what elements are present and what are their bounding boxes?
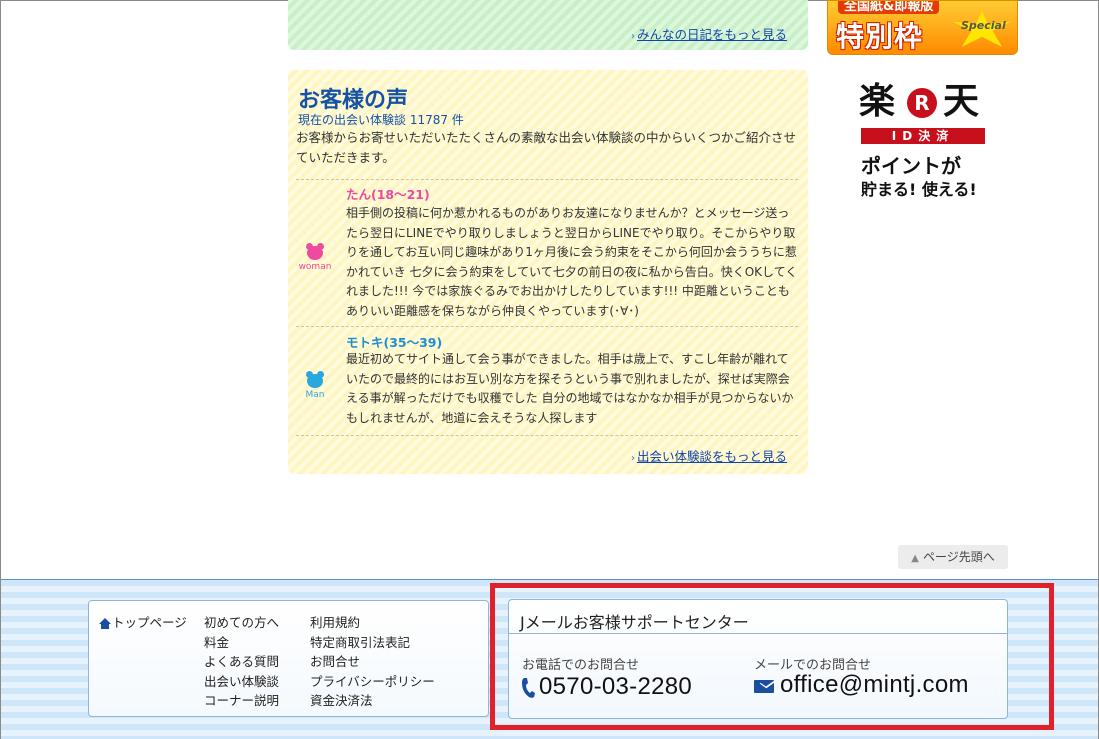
rakuten-r-icon: R <box>907 88 937 118</box>
rakuten-line2: 貯まる! 使える! <box>861 180 977 199</box>
rakuten-id-bar: ID決済 <box>861 128 985 144</box>
rakuten-id-ad[interactable]: 楽 R 天 ID決済 ポイントが 貯まる! 使える! <box>857 80 989 200</box>
man-label: Man <box>305 390 325 400</box>
entry-name: モトキ(35〜39) <box>346 335 443 350</box>
entry-text: 最近初めてサイト通して会う事ができました。相手は歳上で、すこし年齢が離れていたの… <box>346 352 794 425</box>
diary-more-link-text[interactable]: みんなの日記をもっと見る <box>637 27 787 42</box>
divider <box>296 326 798 327</box>
woman-label: woman <box>298 262 332 272</box>
triangle-up-icon: ▲ <box>911 553 919 564</box>
footer-link-payment-law[interactable]: 資金決済法 <box>310 690 373 709</box>
ad-badge: Special <box>961 19 1006 32</box>
page-top-label: ページ先頭へ <box>922 550 995 564</box>
entry-name: たん(18〜21) <box>346 187 430 202</box>
footer-link-pricing[interactable]: 料金 <box>204 632 229 651</box>
divider <box>296 435 798 436</box>
footer-link-beginners[interactable]: 初めての方へ <box>204 612 279 631</box>
footer-link-faq[interactable]: よくある質問 <box>204 651 279 670</box>
diary-more-link[interactable]: › みんなの日記をもっと見る <box>631 24 787 43</box>
voice-more-link[interactable]: › 出会い体験談をもっと見る <box>631 446 787 465</box>
footer-link-home-label[interactable]: トップページ <box>112 615 187 630</box>
ad-top-text: 全国紙&即報版 <box>838 1 940 14</box>
footer-link-privacy[interactable]: プライバシーポリシー <box>310 671 435 690</box>
diary-panel: › みんなの日記をもっと見る <box>288 0 808 50</box>
divider <box>296 179 798 180</box>
entry-text: 相手側の投稿に何か惹かれるものがありお友達になりませんか？とメッセージ送ったら翌… <box>346 206 798 318</box>
highlight-box <box>490 583 1054 730</box>
arrow-right-icon: › <box>631 31 635 42</box>
arrow-right-icon: › <box>631 453 635 464</box>
rakuten-logo-right: 天 <box>943 81 980 122</box>
voice-title: お客様の声 <box>298 88 409 113</box>
tokubetsu-ad-banner[interactable]: 全国紙&即報版 特別枠 Special <box>827 0 1018 55</box>
footer-link-stories[interactable]: 出会い体験談 <box>204 671 279 690</box>
footer-link-terms[interactable]: 利用規約 <box>310 612 360 631</box>
man-bear-icon: Man <box>298 370 332 400</box>
customer-voice-panel: お客様の声 現在の出会い体験談 11787 件 お客様からお寄せいただいたたくさ… <box>288 70 808 474</box>
rakuten-line1: ポイントが <box>861 154 961 178</box>
home-icon <box>99 618 111 629</box>
footer-link-contact[interactable]: お問合せ <box>310 651 360 670</box>
voice-more-link-text[interactable]: 出会い体験談をもっと見る <box>637 449 787 464</box>
footer-link-commerce[interactable]: 特定商取引法表記 <box>310 632 410 651</box>
voice-count: 現在の出会い体験談 11787 件 <box>298 113 464 127</box>
footer-link-home[interactable]: トップページ <box>99 612 187 631</box>
woman-bear-icon: woman <box>298 242 332 272</box>
rakuten-logo-left: 楽 <box>859 81 896 122</box>
page-top-button[interactable]: ▲ ページ先頭へ <box>898 545 1008 569</box>
footer-link-corner[interactable]: コーナー説明 <box>204 690 279 709</box>
ad-big-text: 特別枠 <box>836 20 924 53</box>
voice-intro: お客様からお寄せいただいたたくさんの素敵な出会い体験談の中からいくつかご紹介させ… <box>296 130 797 165</box>
